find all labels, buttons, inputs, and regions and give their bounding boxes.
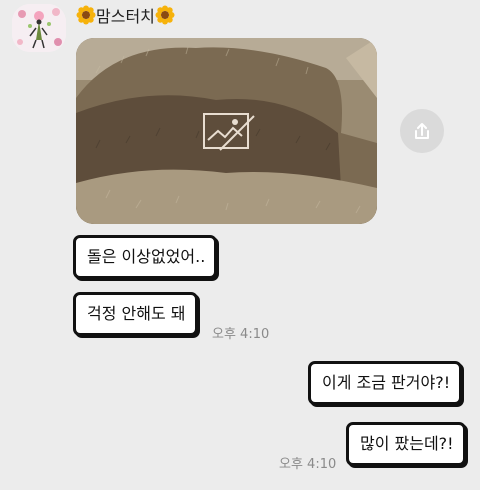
broken-image-icon [203,113,255,151]
right-message-bubble[interactable]: 많이 팠는데?! [346,422,466,466]
message-text: 돌은 이상없었어.. [87,247,206,266]
share-button[interactable] [400,109,444,153]
sunflower-icon [155,5,175,25]
flower-bouquet-avatar-icon [12,4,66,52]
sender-name-row: 맘스터치 [76,3,175,27]
message-text: 걱정 안해도 돼 [87,304,186,323]
sender-avatar[interactable] [12,4,66,52]
message-timestamp: 오후 4:10 [279,457,337,472]
photo-message[interactable] [76,38,377,224]
left-message-bubble[interactable]: 걱정 안해도 돼 [73,292,198,336]
share-upload-icon [415,123,429,139]
sunflower-icon [76,5,96,25]
message-text: 많이 팠는데?! [360,434,454,453]
message-timestamp: 오후 4:10 [212,327,270,342]
right-message-bubble[interactable]: 이게 조금 판거야?! [308,361,463,405]
left-message-bubble[interactable]: 돌은 이상없었어.. [73,235,218,279]
sender-name: 맘스터치 [96,7,155,26]
message-text: 이게 조금 판거야?! [322,373,451,392]
